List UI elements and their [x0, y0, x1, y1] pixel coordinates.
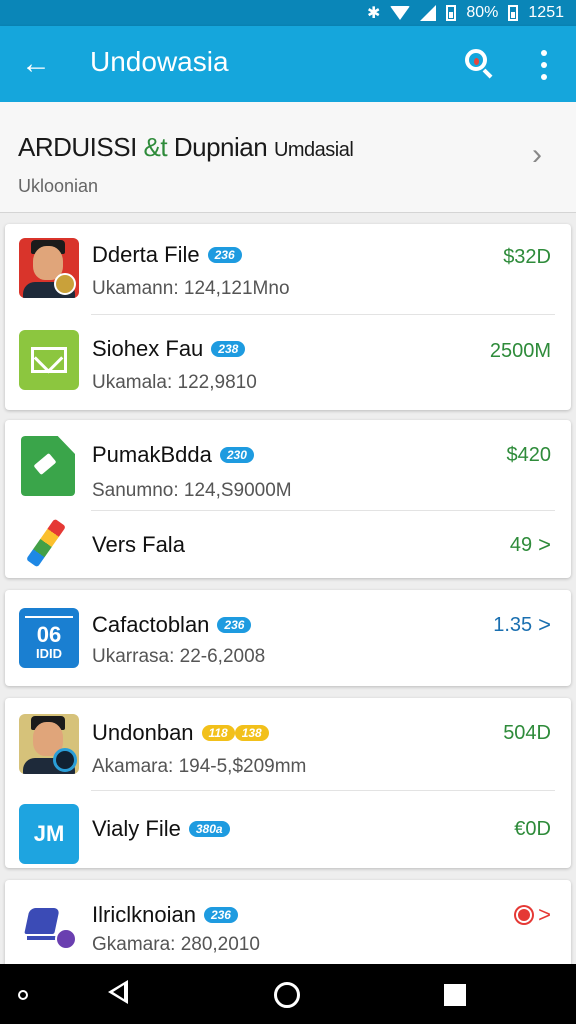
- item-badge: 236: [207, 247, 242, 263]
- chevron-right-icon: >: [538, 532, 551, 557]
- avatar: [19, 238, 79, 298]
- chevron-right-icon[interactable]: ›: [532, 138, 542, 172]
- divider: [91, 510, 555, 511]
- item-badge: 118: [201, 725, 235, 741]
- item-value: 1.35 >: [493, 612, 551, 637]
- list-item[interactable]: 06 IDID Cafactoblan 236 Ukarrasa: 22-6,2…: [5, 590, 571, 686]
- card-3: 06 IDID Cafactoblan 236 Ukarrasa: 22-6,2…: [5, 590, 571, 686]
- item-badge: 238: [211, 341, 246, 357]
- list-item[interactable]: Dderta File 236 Ukamann: 124,121Mno $32D: [5, 224, 571, 316]
- item-subtitle: Ukamann: 124,121Mno: [92, 278, 290, 299]
- card-2: PumakBdda 230 Sanumno: 124,S9000M $420 V…: [5, 420, 571, 578]
- item-title: Vialy File 380a: [92, 816, 230, 842]
- back-arrow-icon[interactable]: ←: [18, 46, 54, 82]
- item-status: >: [516, 902, 551, 928]
- divider: [91, 314, 555, 315]
- clock: 1251: [528, 4, 564, 21]
- item-title: PumakBdda 230: [92, 442, 254, 468]
- card-4: Undonban 118 138 Akamara: 194-5,$209mm 5…: [5, 698, 571, 868]
- list-item[interactable]: Siohex Fau 238 Ukamala: 122,9810 2500M: [5, 316, 571, 410]
- item-subtitle: Sanumno: 124,S9000M: [92, 480, 292, 501]
- calendar-label: IDID: [36, 646, 62, 661]
- chevron-right-icon: >: [538, 612, 551, 637]
- item-title: Dderta File 236: [92, 242, 242, 268]
- list-item[interactable]: Vers Fala 49 >: [5, 512, 571, 578]
- calendar-icon: 06 IDID: [19, 608, 79, 668]
- battery-percent: 80%: [466, 4, 499, 21]
- calendar-day: 06: [36, 622, 62, 647]
- item-subtitle: Akamara: 194-5,$209mm: [92, 756, 307, 777]
- search-icon[interactable]: [462, 46, 498, 82]
- item-value: 2500M: [489, 340, 551, 362]
- item-badge: 230: [219, 447, 254, 463]
- card-1: Dderta File 236 Ukamann: 124,121Mno $32D…: [5, 224, 571, 410]
- item-title: Vers Fala: [92, 532, 185, 557]
- app-jm-icon: JM: [19, 804, 79, 864]
- avatar: [19, 714, 79, 774]
- item-value: €0D: [514, 818, 551, 840]
- status-dot-icon: [516, 907, 533, 923]
- wifi-icon: [390, 6, 411, 20]
- section-header[interactable]: ARDUISSI &t Dupnian Umdasial Ukloonian ›: [0, 102, 576, 213]
- list-item[interactable]: Ilriclknoian 236 Gkamara: 280,2010 >: [5, 880, 571, 964]
- system-nav-bar: [0, 964, 576, 1024]
- header-title-accent: &t: [143, 132, 168, 162]
- item-badge: 236: [217, 617, 252, 633]
- header-title-part2: Dupnian: [173, 132, 268, 162]
- list-item[interactable]: PumakBdda 230 Sanumno: 124,S9000M $420: [5, 420, 571, 510]
- chair-icon: [19, 892, 79, 952]
- nav-dot-icon[interactable]: [18, 990, 28, 1000]
- header-subtitle: Ukloonian: [18, 176, 99, 196]
- nav-recents-icon[interactable]: [444, 984, 466, 1006]
- app-bar: ← Undowasia: [0, 26, 576, 102]
- item-value: 49 >: [509, 532, 551, 557]
- item-title: Undonban 118 138: [92, 720, 269, 746]
- document-icon: [19, 436, 79, 496]
- item-title: Ilriclknoian 236: [92, 902, 238, 928]
- item-badge: 380a: [188, 821, 230, 837]
- divider: [91, 790, 555, 791]
- signal-icon: [420, 5, 437, 21]
- battery-icon: [446, 5, 457, 21]
- header-title: ARDUISSI &t Dupnian Umdasial: [18, 132, 354, 163]
- item-subtitle: Ukarrasa: 22-6,2008: [92, 646, 266, 667]
- item-value: $32D: [503, 246, 551, 268]
- item-title: Siohex Fau 238: [92, 336, 246, 362]
- item-value: 504D: [503, 722, 551, 744]
- bluetooth-icon: ✱: [366, 5, 381, 22]
- item-subtitle: Gkamara: 280,2010: [92, 934, 260, 955]
- chevron-right-icon: >: [538, 902, 551, 927]
- item-subtitle: Ukamala: 122,9810: [92, 372, 257, 393]
- status-bar: ✱ 80% 1251: [0, 0, 576, 26]
- nav-back-icon[interactable]: [108, 980, 128, 1004]
- item-badge: 236: [203, 907, 238, 923]
- pen-icon: [19, 516, 79, 576]
- battery-small-icon: [508, 5, 519, 21]
- header-title-part3: Umdasial: [273, 139, 354, 161]
- more-vert-icon[interactable]: [532, 50, 556, 80]
- nav-home-icon[interactable]: [274, 982, 300, 1008]
- list-item[interactable]: JM Vialy File 380a €0D: [5, 792, 571, 868]
- list-item[interactable]: Undonban 118 138 Akamara: 194-5,$209mm 5…: [5, 698, 571, 790]
- app-title: Undowasia: [90, 46, 229, 77]
- item-badge: 138: [234, 725, 269, 741]
- mail-icon: [19, 330, 79, 390]
- item-title: Cafactoblan 236: [92, 612, 252, 638]
- header-title-part1: ARDUISSI: [18, 132, 137, 162]
- item-value: $420: [506, 444, 552, 466]
